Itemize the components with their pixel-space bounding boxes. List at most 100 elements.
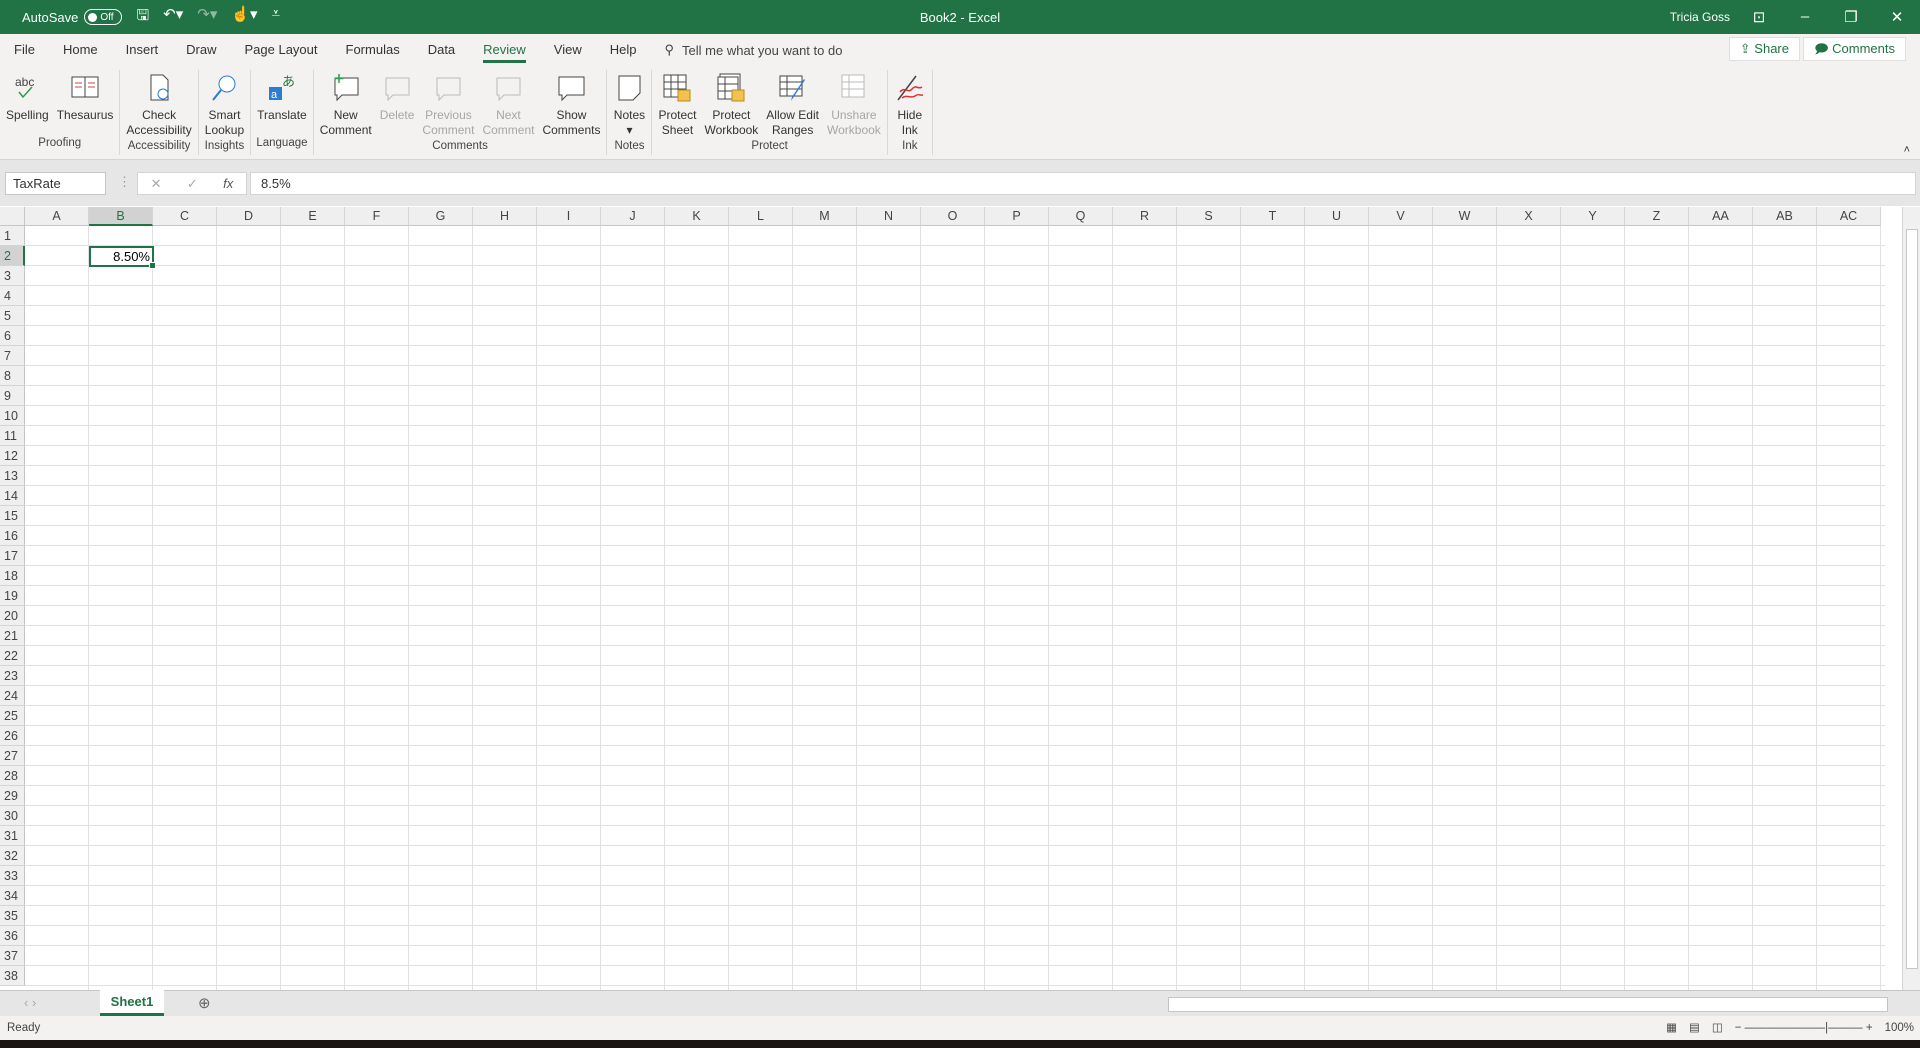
row-header[interactable]: 5	[0, 306, 25, 326]
tab-review[interactable]: Review	[469, 34, 540, 66]
save-icon[interactable]: 🖫	[136, 5, 149, 30]
column-header[interactable]: Y	[1561, 207, 1625, 226]
column-header[interactable]: J	[601, 207, 665, 226]
row-header[interactable]: 2	[0, 246, 25, 266]
column-header[interactable]: AB	[1753, 207, 1817, 226]
cancel-icon[interactable]: ✕	[151, 176, 162, 192]
row-header[interactable]: 11	[0, 426, 25, 446]
enter-icon[interactable]: ✓	[187, 176, 198, 192]
row-header[interactable]: 32	[0, 846, 25, 866]
column-header[interactable]: L	[729, 207, 793, 226]
row-header[interactable]: 20	[0, 606, 25, 626]
notes-button[interactable]: Notes ▾	[609, 70, 649, 140]
restore-icon[interactable]: ❐	[1828, 8, 1874, 26]
page-layout-view-icon[interactable]: ▤	[1689, 1016, 1700, 1040]
close-icon[interactable]: ✕	[1874, 8, 1920, 26]
row-header[interactable]: 34	[0, 886, 25, 906]
row-header[interactable]: 21	[0, 626, 25, 646]
column-header[interactable]: M	[793, 207, 857, 226]
row-header[interactable]: 3	[0, 266, 25, 286]
show-comments-button[interactable]: Show Comments	[538, 70, 604, 140]
column-header[interactable]: B	[89, 207, 153, 226]
column-header[interactable]: C	[153, 207, 217, 226]
minimize-icon[interactable]: –	[1782, 8, 1828, 26]
previous-comment-button[interactable]: Previous Comment	[418, 70, 478, 140]
column-header[interactable]: U	[1305, 207, 1369, 226]
next-comment-button[interactable]: Next Comment	[478, 70, 538, 140]
spelling-button[interactable]: abc Spelling	[2, 70, 53, 137]
tab-help[interactable]: Help	[596, 34, 651, 66]
sheet-tab[interactable]: Sheet1	[100, 990, 164, 1016]
autosave-toggle[interactable]: Off	[84, 9, 123, 25]
column-header[interactable]: P	[985, 207, 1049, 226]
sheet-nav-icon[interactable]: ‹ ›	[24, 995, 36, 1010]
row-header[interactable]: 10	[0, 406, 25, 426]
tab-page-layout[interactable]: Page Layout	[231, 34, 332, 66]
row-header[interactable]: 31	[0, 826, 25, 846]
row-header[interactable]: 1	[0, 226, 25, 246]
horizontal-scrollbar[interactable]	[1168, 997, 1888, 1012]
translate-button[interactable]: a あ Translate	[253, 70, 311, 137]
column-header[interactable]: O	[921, 207, 985, 226]
column-header[interactable]: S	[1177, 207, 1241, 226]
zoom-slider[interactable]: − ———————|——— +	[1735, 1016, 1873, 1040]
share-button[interactable]: ⇪ Share	[1728, 37, 1800, 61]
tell-me-search[interactable]: ⚲ Tell me what you want to do	[665, 42, 843, 58]
row-header[interactable]: 35	[0, 906, 25, 926]
column-header[interactable]: H	[473, 207, 537, 226]
tab-file[interactable]: File	[0, 34, 49, 66]
comments-button[interactable]: 🗩 Comments	[1803, 37, 1906, 61]
row-header[interactable]: 22	[0, 646, 25, 666]
row-header[interactable]: 26	[0, 726, 25, 746]
unshare-workbook-button[interactable]: Unshare Workbook	[823, 70, 885, 140]
column-header[interactable]: Z	[1625, 207, 1689, 226]
row-header[interactable]: 14	[0, 486, 25, 506]
tab-formulas[interactable]: Formulas	[332, 34, 414, 66]
row-header[interactable]: 8	[0, 366, 25, 386]
column-header[interactable]: N	[857, 207, 921, 226]
row-header[interactable]: 28	[0, 766, 25, 786]
row-header[interactable]: 25	[0, 706, 25, 726]
row-header[interactable]: 23	[0, 666, 25, 686]
row-header[interactable]: 30	[0, 806, 25, 826]
column-header[interactable]: K	[665, 207, 729, 226]
thesaurus-button[interactable]: Thesaurus	[53, 70, 118, 137]
tab-draw[interactable]: Draw	[172, 34, 230, 66]
column-header[interactable]: A	[25, 207, 89, 226]
customize-qat-icon[interactable]: ⩡	[272, 5, 280, 30]
cell-b2[interactable]: 8.50%	[89, 246, 156, 269]
protect-sheet-button[interactable]: Protect Sheet	[654, 70, 700, 140]
row-header[interactable]: 24	[0, 686, 25, 706]
column-header[interactable]: V	[1369, 207, 1433, 226]
page-break-view-icon[interactable]: ◫	[1712, 1016, 1723, 1040]
smart-lookup-button[interactable]: Smart Lookup	[201, 70, 248, 140]
column-header[interactable]: Q	[1049, 207, 1113, 226]
column-header[interactable]: F	[345, 207, 409, 226]
row-header[interactable]: 36	[0, 926, 25, 946]
row-header[interactable]: 29	[0, 786, 25, 806]
column-header[interactable]: AA	[1689, 207, 1753, 226]
resize-handle-icon[interactable]: ⋮	[118, 174, 131, 190]
hide-ink-button[interactable]: Hide Ink	[890, 70, 930, 140]
row-header[interactable]: 4	[0, 286, 25, 306]
accessibility-button[interactable]: Check Accessibility	[122, 70, 195, 140]
row-header[interactable]: 15	[0, 506, 25, 526]
name-box[interactable]: TaxRate	[5, 172, 106, 195]
row-header[interactable]: 18	[0, 566, 25, 586]
column-header[interactable]: AC	[1817, 207, 1881, 226]
column-header[interactable]: D	[217, 207, 281, 226]
allow-edit-ranges-button[interactable]: Allow Edit Ranges	[762, 70, 823, 140]
touch-mode-icon[interactable]: ☝▾	[231, 5, 257, 30]
row-header[interactable]: 17	[0, 546, 25, 566]
tab-view[interactable]: View	[540, 34, 596, 66]
undo-icon[interactable]: ↶▾	[163, 5, 183, 30]
column-header[interactable]: W	[1433, 207, 1497, 226]
column-header[interactable]: E	[281, 207, 345, 226]
vertical-scrollbar[interactable]	[1902, 207, 1920, 990]
row-header[interactable]: 27	[0, 746, 25, 766]
column-header[interactable]: T	[1241, 207, 1305, 226]
row-header[interactable]: 6	[0, 326, 25, 346]
tab-data[interactable]: Data	[414, 34, 469, 66]
insert-function-icon[interactable]: fx	[223, 176, 233, 191]
zoom-level[interactable]: 100%	[1885, 1016, 1914, 1040]
